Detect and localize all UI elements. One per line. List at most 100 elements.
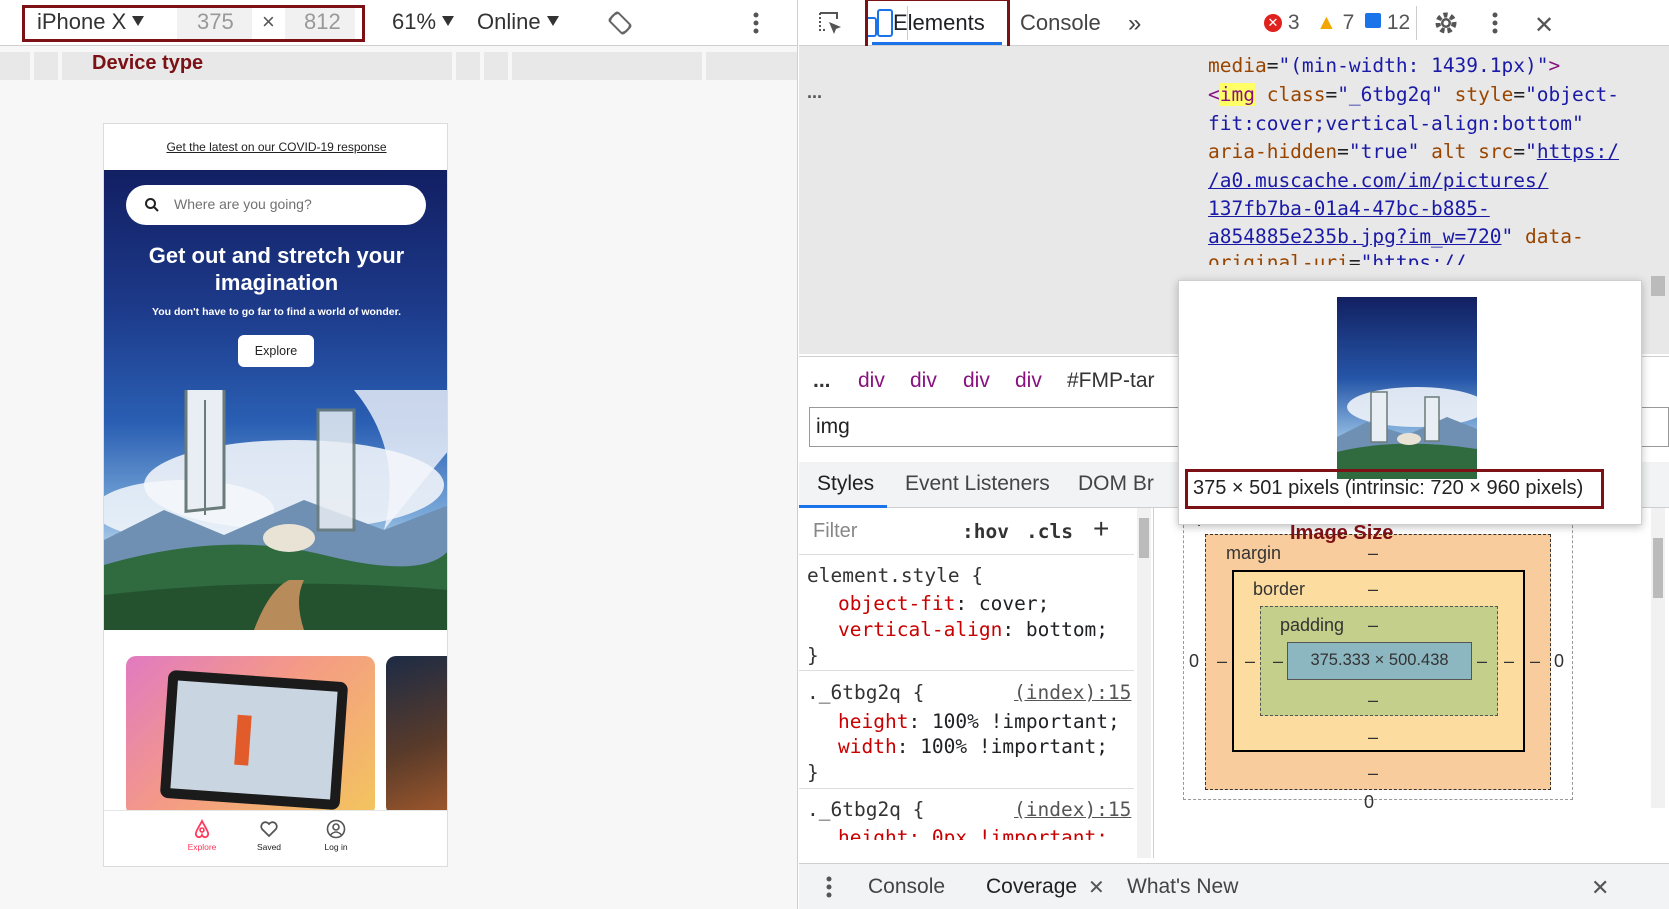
breadcrumb-item[interactable]: div [858, 369, 885, 393]
drawer-tab-whats-new[interactable]: What's New [1127, 875, 1238, 899]
dom-line[interactable]: fit:cover;vertical-align:bottom" [1208, 112, 1584, 135]
close-icon[interactable]: ✕ [1534, 11, 1554, 40]
nav-login[interactable]: Log in [311, 819, 361, 852]
drawer-tab-console[interactable]: Console [868, 875, 945, 899]
device-select[interactable]: iPhone X [37, 9, 145, 35]
nav-saved[interactable]: Saved [244, 819, 294, 852]
hov-toggle[interactable]: :hov [962, 520, 1009, 543]
style-property[interactable]: height: 100% !important; [838, 710, 1120, 733]
nav-explore[interactable]: Explore [177, 819, 227, 852]
hero-section: Where are you going? Get out and stretch… [104, 170, 447, 630]
tab-styles[interactable]: Styles [817, 472, 874, 496]
tab-event-listeners[interactable]: Event Listeners [905, 472, 1050, 496]
rule-source-link[interactable]: (index):15 [1014, 798, 1131, 821]
dom-line[interactable]: media="(min-width: 1439.1px)"> [1208, 54, 1560, 77]
rule-selector[interactable]: ._6tbg2q { [807, 681, 924, 704]
active-tab-underline [872, 42, 1002, 45]
close-drawer-icon[interactable]: ✕ [1591, 875, 1609, 901]
dom-link[interactable]: /a0.muscache.com/im/pictures/ [1208, 169, 1548, 192]
hero-title-line: imagination [214, 270, 339, 295]
warning-icon: ▲ [1316, 11, 1337, 34]
styles-filter-input[interactable]: Filter [803, 514, 943, 548]
tab-console[interactable]: Console [1020, 10, 1101, 36]
cards-row [104, 630, 447, 816]
online-experiences-card[interactable] [126, 656, 375, 816]
style-property[interactable]: height: 0px !important; [838, 826, 1108, 840]
close-coverage-icon[interactable]: ✕ [1088, 875, 1105, 900]
chevron-down-icon [546, 16, 559, 26]
padding-right: – [1477, 651, 1488, 671]
style-property[interactable]: object-fit: cover; [838, 592, 1049, 615]
more-options-icon[interactable] [752, 11, 760, 35]
cls-toggle[interactable]: .cls [1026, 520, 1073, 543]
dom-line[interactable]: original-uri="https:// [1208, 251, 1466, 265]
device-toolbar: iPhone X 375 × 812 61% Online [0, 0, 797, 46]
experience-card[interactable] [386, 656, 447, 816]
padding-bottom: – [1368, 690, 1379, 710]
tab-elements[interactable]: Elements [893, 10, 985, 36]
search-input[interactable]: Where are you going? [126, 185, 426, 225]
search-placeholder: Where are you going? [174, 196, 312, 212]
image-size-annotation: Image Size [1290, 522, 1394, 544]
style-property[interactable]: width: 100% !important; [838, 735, 1108, 758]
width-input[interactable]: 375 [197, 9, 234, 35]
nav-label: Explore [187, 842, 217, 852]
dom-scrollbar[interactable] [1651, 276, 1665, 296]
rotate-icon[interactable] [606, 9, 634, 37]
info-counter[interactable]: 12 [1365, 11, 1410, 35]
more-options-icon[interactable] [1491, 11, 1499, 40]
devtools-tab-separator [1416, 6, 1417, 40]
content-box[interactable]: 375.333 × 500.438 [1287, 642, 1472, 680]
hero-title: Get out and stretch your imagination [104, 242, 447, 296]
breadcrumb-item[interactable]: ... [813, 369, 831, 393]
drawer-menu-icon[interactable] [825, 875, 833, 904]
gear-icon[interactable] [1432, 9, 1460, 37]
drawer-tab-coverage[interactable]: Coverage [986, 875, 1077, 899]
tab-dom-breakpoints[interactable]: DOM Br [1078, 472, 1154, 496]
error-icon: ✕ [1264, 14, 1282, 32]
scrollbar-thumb[interactable] [1653, 538, 1663, 598]
position-left: 0 [1189, 651, 1200, 671]
explore-button[interactable]: Explore [238, 335, 314, 367]
bottom-nav: Explore Saved Log in [104, 810, 447, 866]
style-property[interactable]: vertical-align: bottom; [838, 618, 1108, 641]
new-rule-button[interactable]: + [1093, 513, 1109, 545]
dom-search-value: img [816, 415, 850, 438]
breadcrumb-item[interactable]: div [910, 369, 937, 393]
rule-source-link[interactable]: (index):15 [1014, 681, 1131, 704]
dom-line[interactable]: aria-hidden="true" alt src="https:/ [1208, 140, 1619, 163]
error-counter[interactable]: ✕ 3 [1264, 11, 1300, 35]
scrollbar-thumb[interactable] [1139, 518, 1149, 558]
border-right: – [1504, 651, 1515, 671]
warning-counter[interactable]: ▲ 7 [1316, 11, 1354, 35]
border-top: – [1368, 579, 1379, 599]
nav-label: Log in [324, 842, 348, 852]
inspect-element-icon[interactable] [817, 10, 845, 43]
zoom-select[interactable]: 61% [392, 9, 455, 35]
rule-selector[interactable]: element.style { [807, 564, 983, 587]
throttling-select[interactable]: Online [477, 9, 559, 35]
breadcrumb-item[interactable]: div [963, 369, 990, 393]
hero-subtitle: You don't have to go far to find a world… [151, 306, 402, 318]
breadcrumb-item[interactable]: #FMP-tar [1067, 369, 1155, 393]
covid-link[interactable]: Get the latest on our COVID-19 response [104, 124, 447, 170]
tablet-image [160, 670, 348, 810]
styles-scrollbar[interactable] [1137, 508, 1151, 858]
rule-selector[interactable]: ._6tbg2q { [807, 798, 924, 821]
margin-left: – [1217, 651, 1228, 671]
margin-right: – [1530, 651, 1541, 671]
dom-link[interactable]: 137fb7ba-01a4-47bc-b885- [1208, 197, 1490, 220]
dom-ellipsis[interactable]: ... [807, 82, 822, 103]
dom-line[interactable]: a854885e235b.jpg?im_w=720" data- [1208, 225, 1584, 248]
user-circle-icon [326, 819, 346, 839]
styles-divider [799, 554, 1134, 555]
search-icon [145, 198, 159, 212]
devtools-drawer: Console Coverage ✕ What's New ✕ [799, 863, 1669, 909]
padding-top: – [1368, 615, 1379, 635]
dom-line[interactable]: <img class="_6tbg2q" style="object- [1208, 83, 1619, 106]
more-tabs-icon[interactable]: » [1128, 10, 1141, 38]
breadcrumb-item[interactable]: div [1015, 369, 1042, 393]
device-type-annotation: Device type [92, 52, 204, 74]
height-input[interactable]: 812 [304, 9, 341, 35]
box-model-scrollbar[interactable] [1651, 508, 1665, 808]
